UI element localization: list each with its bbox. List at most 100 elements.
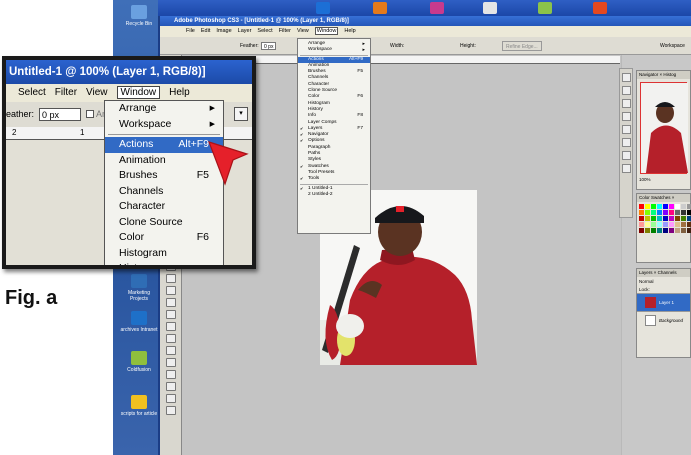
swatch[interactable] bbox=[681, 204, 686, 209]
swatch[interactable] bbox=[651, 210, 656, 215]
swatch[interactable] bbox=[687, 210, 691, 215]
desktop-icon[interactable]: Coldfusion bbox=[119, 351, 159, 373]
zoom-menu-filter[interactable]: Filter bbox=[55, 87, 77, 98]
swatch[interactable] bbox=[687, 204, 691, 209]
tool-button[interactable] bbox=[165, 298, 176, 307]
swatch[interactable] bbox=[657, 222, 662, 227]
tool-button[interactable] bbox=[165, 286, 176, 295]
desktop-icon[interactable]: scripts for article bbox=[119, 395, 159, 417]
swatch[interactable] bbox=[687, 216, 691, 221]
dock-button[interactable] bbox=[621, 164, 631, 173]
menu-filter[interactable]: Filter bbox=[279, 28, 291, 34]
swatch[interactable] bbox=[657, 228, 662, 233]
swatch[interactable] bbox=[639, 222, 644, 227]
tool-button[interactable] bbox=[165, 394, 176, 403]
tool-button[interactable] bbox=[165, 274, 176, 283]
navigator-tabs[interactable]: Navigator × Histog bbox=[637, 71, 690, 79]
layer-row-background[interactable]: Background bbox=[637, 311, 690, 329]
zoom-value[interactable]: 100% bbox=[637, 177, 690, 182]
tool-button[interactable] bbox=[165, 310, 176, 319]
swatch[interactable] bbox=[669, 204, 674, 209]
swatch[interactable] bbox=[645, 228, 650, 233]
zoom-menu-view[interactable]: View bbox=[86, 87, 108, 98]
blend-mode-select[interactable]: Normal bbox=[637, 277, 690, 286]
menu-help[interactable]: Help bbox=[344, 28, 355, 34]
swatch[interactable] bbox=[639, 204, 644, 209]
swatch[interactable] bbox=[639, 210, 644, 215]
dock-button[interactable] bbox=[621, 125, 631, 134]
desktop-icon[interactable]: Marketing Projects bbox=[119, 274, 159, 302]
desktop-icon[interactable]: archives Intranet bbox=[119, 311, 159, 333]
indesign-taskbar-icon[interactable] bbox=[430, 2, 444, 14]
feather-input[interactable]: 0 px bbox=[261, 42, 277, 50]
swatch[interactable] bbox=[675, 204, 680, 209]
zoom-menu-item[interactable]: Brushes F5 bbox=[105, 168, 223, 184]
zoom-menu-item[interactable]: Character bbox=[105, 199, 223, 215]
zoom-menu-item[interactable]: History bbox=[105, 261, 223, 265]
swatch[interactable] bbox=[657, 210, 662, 215]
menu-edit[interactable]: Edit bbox=[201, 28, 210, 34]
layer-row-layer1[interactable]: Layer 1 bbox=[637, 293, 690, 311]
swatch[interactable] bbox=[645, 216, 650, 221]
tool-button[interactable] bbox=[165, 334, 176, 343]
zoom-menu-item[interactable]: Workspace ▶ bbox=[105, 117, 223, 133]
swatch[interactable] bbox=[645, 204, 650, 209]
dock-button[interactable] bbox=[621, 112, 631, 121]
menu-view[interactable]: View bbox=[297, 28, 309, 34]
zoom-menu-window[interactable]: Window bbox=[116, 86, 161, 99]
zoom-menu-help[interactable]: Help bbox=[169, 87, 190, 98]
zoom-menu-item[interactable]: Animation bbox=[105, 153, 223, 169]
swatch-grid[interactable] bbox=[637, 202, 691, 235]
chevron-down-icon[interactable]: ▾ bbox=[234, 107, 248, 121]
swatch[interactable] bbox=[663, 228, 668, 233]
zoom-menu-item[interactable]: Arrange ▶ bbox=[105, 101, 223, 117]
swatch[interactable] bbox=[675, 216, 680, 221]
tool-button[interactable] bbox=[165, 358, 176, 367]
app-taskbar-icon[interactable] bbox=[538, 2, 552, 14]
zoom-menu-item[interactable]: Color F6 bbox=[105, 230, 223, 246]
swatch[interactable] bbox=[669, 228, 674, 233]
dock-button[interactable] bbox=[621, 99, 631, 108]
swatch[interactable] bbox=[645, 210, 650, 215]
tool-button[interactable] bbox=[165, 346, 176, 355]
swatch[interactable] bbox=[663, 216, 668, 221]
dock-button[interactable] bbox=[621, 86, 631, 95]
ps-taskbar-icon[interactable] bbox=[316, 2, 330, 14]
swatch[interactable] bbox=[681, 222, 686, 227]
dock-button[interactable] bbox=[621, 151, 631, 160]
dock-button[interactable] bbox=[621, 138, 631, 147]
swatch[interactable] bbox=[651, 204, 656, 209]
swatch[interactable] bbox=[651, 216, 656, 221]
antialias-checkbox[interactable] bbox=[86, 110, 94, 118]
window-menu-item[interactable]: Workspace ▸ bbox=[298, 47, 370, 53]
menu-window[interactable]: Window bbox=[314, 27, 339, 35]
swatch[interactable] bbox=[675, 222, 680, 227]
swatch[interactable] bbox=[663, 204, 668, 209]
window-menu-item[interactable]: Tools bbox=[298, 176, 370, 183]
tool-button[interactable] bbox=[165, 322, 176, 331]
swatch[interactable] bbox=[639, 216, 644, 221]
zoom-menu-item[interactable]: Channels bbox=[105, 184, 223, 200]
swatches-tabs[interactable]: Color Swatches × bbox=[637, 194, 690, 202]
swatch[interactable] bbox=[651, 222, 656, 227]
window-menu-item[interactable]: 2 Untitled-2 bbox=[298, 192, 370, 198]
refine-edge-button[interactable]: Refine Edge... bbox=[502, 41, 542, 51]
ai-taskbar-icon[interactable] bbox=[373, 2, 387, 14]
swatch[interactable] bbox=[681, 210, 686, 215]
menu-layer[interactable]: Layer bbox=[238, 28, 252, 34]
zoom-menu-select[interactable]: Select bbox=[18, 87, 46, 98]
tool-button[interactable] bbox=[165, 406, 176, 415]
swatch[interactable] bbox=[687, 228, 691, 233]
swatch[interactable] bbox=[663, 222, 668, 227]
zoom-menu-item[interactable]: Histogram bbox=[105, 246, 223, 262]
swatch[interactable] bbox=[681, 216, 686, 221]
acrobat-taskbar-icon[interactable] bbox=[483, 2, 497, 14]
tool-button[interactable] bbox=[165, 370, 176, 379]
swatch[interactable] bbox=[657, 204, 662, 209]
swatch[interactable] bbox=[687, 222, 691, 227]
swatch[interactable] bbox=[639, 228, 644, 233]
swatch[interactable] bbox=[651, 228, 656, 233]
zoom-menu-item[interactable]: Actions Alt+F9 bbox=[105, 137, 223, 153]
tool-button[interactable] bbox=[165, 382, 176, 391]
swatch[interactable] bbox=[657, 216, 662, 221]
